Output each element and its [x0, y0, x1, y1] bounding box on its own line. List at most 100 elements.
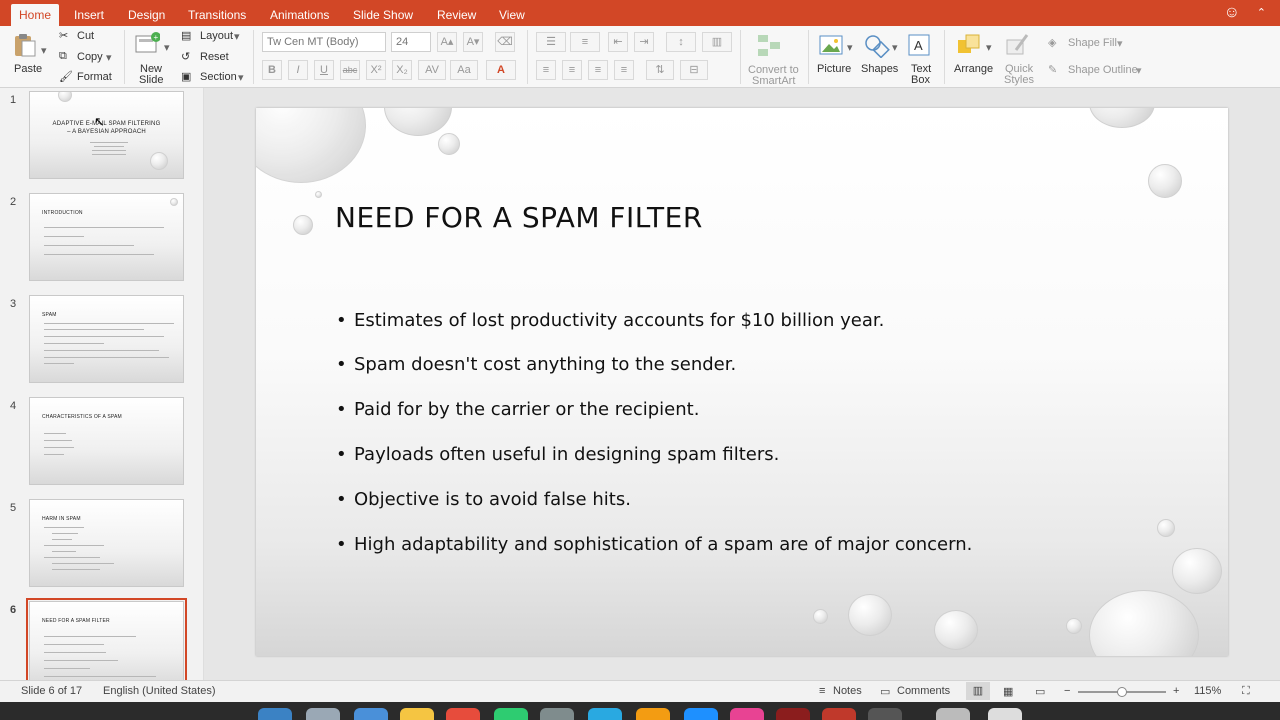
bullet-item[interactable]: • Objective is to avoid false hits. [336, 489, 631, 510]
launchpad-icon[interactable] [306, 708, 340, 720]
layout-button[interactable]: Layout [200, 30, 233, 42]
tab-animations[interactable]: Animations [262, 4, 337, 26]
new-slide-dropdown-icon[interactable]: ▾ [164, 41, 170, 54]
line-spacing-button[interactable]: ↕ [666, 32, 696, 52]
underline-button[interactable]: U [314, 60, 334, 80]
italic-button[interactable]: I [288, 60, 308, 80]
smartart-icon[interactable] [756, 32, 782, 58]
tab-transitions[interactable]: Transitions [180, 4, 254, 26]
font-size-select[interactable]: 24 [391, 32, 431, 52]
new-slide-icon[interactable]: + [134, 31, 160, 57]
notes-button[interactable]: Notes [833, 685, 862, 697]
format-painter-button[interactable]: Format [77, 71, 112, 83]
finder-icon[interactable] [258, 708, 292, 720]
zoom-in-icon[interactable]: + [1173, 685, 1179, 697]
paste-dropdown-icon[interactable]: ▾ [41, 44, 47, 57]
align-text-button[interactable]: ⊟ [680, 60, 708, 80]
shapes-dropdown-icon[interactable]: ▾ [892, 41, 898, 54]
slide-thumbnail-5[interactable]: HARM IN SPAM [29, 499, 184, 587]
photos-icon[interactable] [636, 708, 670, 720]
app-icon[interactable] [822, 708, 856, 720]
slide-sorter-view-icon[interactable]: ▦ [1003, 685, 1013, 698]
numbering-button[interactable]: ≡ [570, 32, 600, 52]
paste-icon[interactable] [12, 32, 38, 58]
bullet-item[interactable]: • Payloads often useful in designing spam… [336, 444, 779, 465]
strikethrough-button[interactable]: abc [340, 60, 360, 80]
text-box-icon[interactable]: A [906, 32, 932, 58]
increase-font-size-button[interactable]: A▴ [437, 32, 457, 52]
section-dropdown-icon[interactable]: ▾ [238, 71, 244, 84]
shape-outline-dropdown-icon[interactable]: ▾ [1136, 64, 1142, 77]
layout-dropdown-icon[interactable]: ▾ [234, 30, 240, 43]
shape-outline-button[interactable]: Shape Outline [1068, 64, 1138, 76]
bullets-button[interactable]: ☰ [536, 32, 566, 52]
copy-dropdown-icon[interactable]: ▾ [106, 51, 112, 64]
slideshow-view-icon[interactable]: ▭ [1035, 685, 1045, 698]
language-indicator[interactable]: English (United States) [103, 685, 216, 697]
bullet-item[interactable]: • Paid for by the carrier or the recipien… [336, 399, 699, 420]
slide-thumbnail-6[interactable]: NEED FOR A SPAM FILTER [26, 598, 187, 680]
zoom-level[interactable]: 115% [1194, 685, 1221, 697]
shape-fill-button[interactable]: Shape Fill [1068, 37, 1117, 49]
fit-to-window-icon[interactable]: ⛶ [1242, 685, 1250, 698]
align-right-button[interactable]: ≡ [588, 60, 608, 80]
tab-review[interactable]: Review [429, 4, 484, 26]
decrease-font-size-button[interactable]: A▾ [463, 32, 483, 52]
tab-insert[interactable]: Insert [66, 4, 112, 26]
new-slide-label-2[interactable]: Slide [139, 74, 163, 86]
align-left-button[interactable]: ≡ [536, 60, 556, 80]
text-box-label-2[interactable]: Box [911, 74, 930, 86]
picture-icon[interactable] [818, 32, 844, 58]
justify-button[interactable]: ≡ [614, 60, 634, 80]
tab-home[interactable]: Home [11, 4, 60, 26]
music-icon[interactable] [730, 708, 764, 720]
feedback-smiley-icon[interactable]: ☺ [1224, 4, 1240, 22]
paste-label[interactable]: Paste [14, 63, 42, 75]
font-name-select[interactable]: Tw Cen MT (Body) [262, 32, 386, 52]
picture-dropdown-icon[interactable]: ▾ [847, 41, 853, 54]
slide-thumbnail-1[interactable]: ADAPTIVE E-MAIL SPAM FILTERING – A BAYES… [29, 91, 184, 179]
cut-button[interactable]: Cut [77, 30, 94, 42]
shapes-icon[interactable] [864, 32, 890, 58]
picture-label[interactable]: Picture [817, 63, 851, 75]
bullet-item[interactable]: • High adaptability and sophistication of… [336, 534, 972, 555]
app-store-icon[interactable] [588, 708, 622, 720]
bullet-item[interactable]: • Spam doesn't cost anything to the sende… [336, 354, 736, 375]
messages-icon[interactable] [494, 708, 528, 720]
align-center-button[interactable]: ≡ [562, 60, 582, 80]
copy-button[interactable]: Copy [77, 51, 103, 63]
text-direction-button[interactable]: ⇅ [646, 60, 674, 80]
slide-editor-area[interactable]: NEED FOR A SPAM FILTER • Estimates of los… [204, 88, 1280, 680]
convert-smartart-label-2[interactable]: SmartArt [752, 75, 795, 87]
comments-button[interactable]: Comments [897, 685, 950, 697]
slide-thumbnail-panel[interactable]: 1 ADAPTIVE E-MAIL SPAM FILTERING – A BAY… [0, 88, 204, 680]
tab-design[interactable]: Design [120, 4, 173, 26]
zoom-slider-thumb[interactable] [1117, 687, 1127, 697]
superscript-button[interactable]: X² [366, 60, 386, 80]
slide-thumbnail-3[interactable]: SPAM [29, 295, 184, 383]
increase-indent-button[interactable]: ⇥ [634, 32, 654, 52]
trash-icon[interactable] [988, 708, 1022, 720]
decrease-indent-button[interactable]: ⇤ [608, 32, 628, 52]
video-app-icon[interactable] [868, 708, 902, 720]
change-case-button[interactable]: Aa [450, 60, 478, 80]
arrange-label[interactable]: Arrange [954, 63, 993, 75]
system-icon[interactable] [684, 708, 718, 720]
shapes-label[interactable]: Shapes [861, 63, 898, 75]
calendar-icon[interactable] [446, 708, 480, 720]
bullet-item[interactable]: • Estimates of lost productivity accounts… [336, 310, 884, 331]
font-color-button[interactable]: A [486, 60, 516, 80]
clear-formatting-icon[interactable]: ⌫ [495, 32, 515, 52]
arrange-icon[interactable] [956, 32, 982, 58]
notes-app-icon[interactable] [400, 708, 434, 720]
folder-icon[interactable] [936, 708, 970, 720]
arrange-dropdown-icon[interactable]: ▾ [986, 41, 992, 54]
section-button[interactable]: Section [200, 71, 237, 83]
safari-icon[interactable] [354, 708, 388, 720]
normal-view-icon[interactable]: ▥ [966, 682, 990, 700]
quick-styles-label-2[interactable]: Styles [1004, 74, 1034, 86]
reset-button[interactable]: Reset [200, 51, 229, 63]
tab-view[interactable]: View [491, 4, 533, 26]
subscript-button[interactable]: X₂ [392, 60, 412, 80]
slide-canvas[interactable]: NEED FOR A SPAM FILTER • Estimates of los… [256, 108, 1228, 656]
